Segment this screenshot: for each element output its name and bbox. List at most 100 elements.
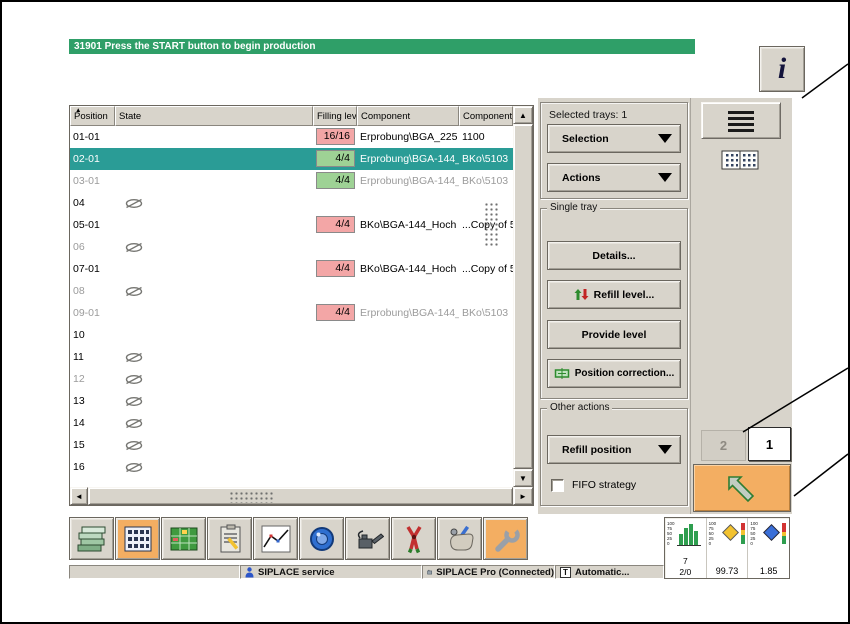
column-header-position[interactable]: ▲ Position: [70, 106, 115, 126]
cell-position: 15: [73, 439, 85, 451]
cell-position: 12: [73, 373, 85, 385]
tray-row-16[interactable]: 16: [70, 456, 513, 478]
cell-position: 10: [73, 329, 85, 341]
info-button[interactable]: i: [759, 46, 805, 92]
cell-position: 02-01: [73, 153, 100, 165]
filling-level-badge: 4/4: [316, 216, 355, 233]
pcb-layout-button[interactable]: [161, 517, 206, 560]
refill-level-button[interactable]: Refill level...: [547, 280, 681, 309]
scroll-up-button[interactable]: ▲: [513, 106, 533, 124]
table-scroll-grip-vertical[interactable]: [484, 202, 500, 246]
column-header-label: Component: [463, 111, 513, 122]
tray-row-06[interactable]: 06: [70, 236, 513, 258]
dropdown-arrow-icon: [658, 173, 672, 182]
scroll-right-button[interactable]: ►: [513, 487, 533, 505]
column-header-component[interactable]: Component: [357, 106, 459, 126]
back-button[interactable]: [693, 464, 791, 512]
provide-level-button-label: Provide level: [581, 328, 647, 341]
mode-label: Automatic...: [575, 566, 630, 578]
column-header-state[interactable]: State: [115, 106, 313, 126]
position-correction-button[interactable]: Position correction...: [547, 359, 681, 388]
cell-component: [357, 456, 459, 478]
tray-row-07-01[interactable]: 07-01 4/4 BKo\BGA-144_Hoch ...Copy of 51: [70, 258, 513, 280]
scroll-right-icon: ►: [519, 491, 527, 501]
repair-tool-button[interactable]: [391, 517, 436, 560]
column-header-filling-level[interactable]: Filling level: [313, 106, 357, 126]
position-correction-icon: [554, 368, 570, 379]
cell-state: [115, 302, 313, 324]
cell-component-2: ...Copy of 51: [462, 263, 513, 275]
tray-row-01-01[interactable]: 01-01 16/16 Erprobung\BGA_225 1100: [70, 126, 513, 148]
dropdown-arrow-icon: [658, 445, 672, 454]
tray-row-04[interactable]: 04: [70, 192, 513, 214]
horizontal-scrollbar[interactable]: ◄ ►: [70, 487, 533, 505]
tab-2[interactable]: 2: [701, 430, 746, 461]
column-header-label: State: [119, 111, 142, 122]
status-bar: SIPLACE service SIPLACE Pro (Connected) …: [69, 565, 664, 579]
tray-row-14[interactable]: 14: [70, 412, 513, 434]
cell-component: BKo\BGA-144_Hoch: [360, 219, 457, 231]
tray-matrix-button[interactable]: [115, 517, 160, 560]
statistics-button[interactable]: [253, 517, 298, 560]
refill-position-dropdown-button[interactable]: Refill position: [547, 435, 681, 464]
scroll-left-button[interactable]: ◄: [70, 487, 88, 505]
cell-state: [115, 368, 313, 390]
column-header-component-2[interactable]: Component: [459, 106, 513, 126]
cell-state: [115, 390, 313, 412]
vertical-scroll-thumb[interactable]: [513, 124, 533, 469]
tray-view-button[interactable]: [721, 150, 759, 175]
horizontal-scroll-thumb[interactable]: [88, 487, 513, 505]
cell-position: 06: [73, 241, 85, 253]
list-view-button[interactable]: [701, 102, 781, 139]
filling-level-badge: 4/4: [316, 260, 355, 277]
selection-button-label: Selection: [562, 132, 609, 145]
tray-row-11[interactable]: 11: [70, 346, 513, 368]
cell-state: [115, 434, 313, 456]
refill-level-button-label: Refill level...: [593, 288, 655, 301]
setup-wrench-button[interactable]: [483, 517, 528, 560]
manual-service-button[interactable]: [437, 517, 482, 560]
cell-component-2: [459, 324, 513, 346]
tray-table: ▲Position State Filling level Component Comp…: [69, 105, 534, 506]
actions-dropdown-button[interactable]: Actions: [547, 163, 681, 192]
vertical-scrollbar[interactable]: ▲ ▼: [513, 106, 533, 487]
job-clipboard-button[interactable]: [207, 517, 252, 560]
refill-level-icon: [574, 289, 589, 300]
tray-row-03-01[interactable]: 03-01 4/4 Erprobung\BGA-144_2 BKo\5103: [70, 170, 513, 192]
filling-level-badge: 4/4: [316, 150, 355, 167]
tray-row-05-01[interactable]: 05-014/4BKo\BGA-144_Hoch...Copy of 51: [70, 214, 513, 236]
tray-row-12[interactable]: 12: [70, 368, 513, 390]
tab-1[interactable]: 1: [748, 427, 791, 461]
lubrication-button[interactable]: [345, 517, 390, 560]
tray-row-10[interactable]: 10: [70, 324, 513, 346]
fifo-checkbox[interactable]: [551, 478, 564, 492]
tray-row-08[interactable]: 08: [70, 280, 513, 302]
tray-row-15[interactable]: 15: [70, 434, 513, 456]
cell-component-2: [459, 412, 513, 434]
tray-row-13[interactable]: 13: [70, 390, 513, 412]
provide-level-button[interactable]: Provide level: [547, 320, 681, 349]
magazine-stack-button[interactable]: [69, 517, 114, 560]
performance-gauge-panel: 100 75 50 25 0 7 2/0 100 75 50 25 0 99.7…: [664, 517, 790, 579]
yellow-diamond-gauge-icon: [721, 523, 745, 544]
details-button[interactable]: Details...: [547, 241, 681, 270]
fifo-strategy-row: FIFO strategy: [551, 475, 681, 495]
filling-level-badge: 4/4: [316, 172, 355, 189]
clipboard-icon: [220, 524, 240, 552]
tray-row-02-01[interactable]: 02-01 4/4 Erprobung\BGA-144_1 BKo\5103: [70, 148, 513, 170]
scroll-down-button[interactable]: ▼: [513, 469, 533, 487]
empty-tray-icon: [125, 374, 143, 384]
actions-button-label: Actions: [562, 171, 601, 184]
cell-filling-level: [313, 390, 357, 412]
vision-camera-button[interactable]: [299, 517, 344, 560]
column-header-label: Component: [361, 111, 411, 122]
selection-dropdown-button[interactable]: Selection: [547, 124, 681, 153]
cell-component-2: [459, 390, 513, 412]
tray-row-09-01[interactable]: 09-01 4/4 Erprobung\BGA-144_3 BKo\5103: [70, 302, 513, 324]
empty-tray-icon: [125, 352, 143, 362]
dropdown-arrow-icon: [658, 134, 672, 143]
cell-component-2: BKo\5103: [462, 175, 509, 187]
cell-component: [357, 390, 459, 412]
scroll-left-icon: ◄: [75, 491, 83, 501]
other-actions-group-label: Other actions: [547, 402, 613, 413]
